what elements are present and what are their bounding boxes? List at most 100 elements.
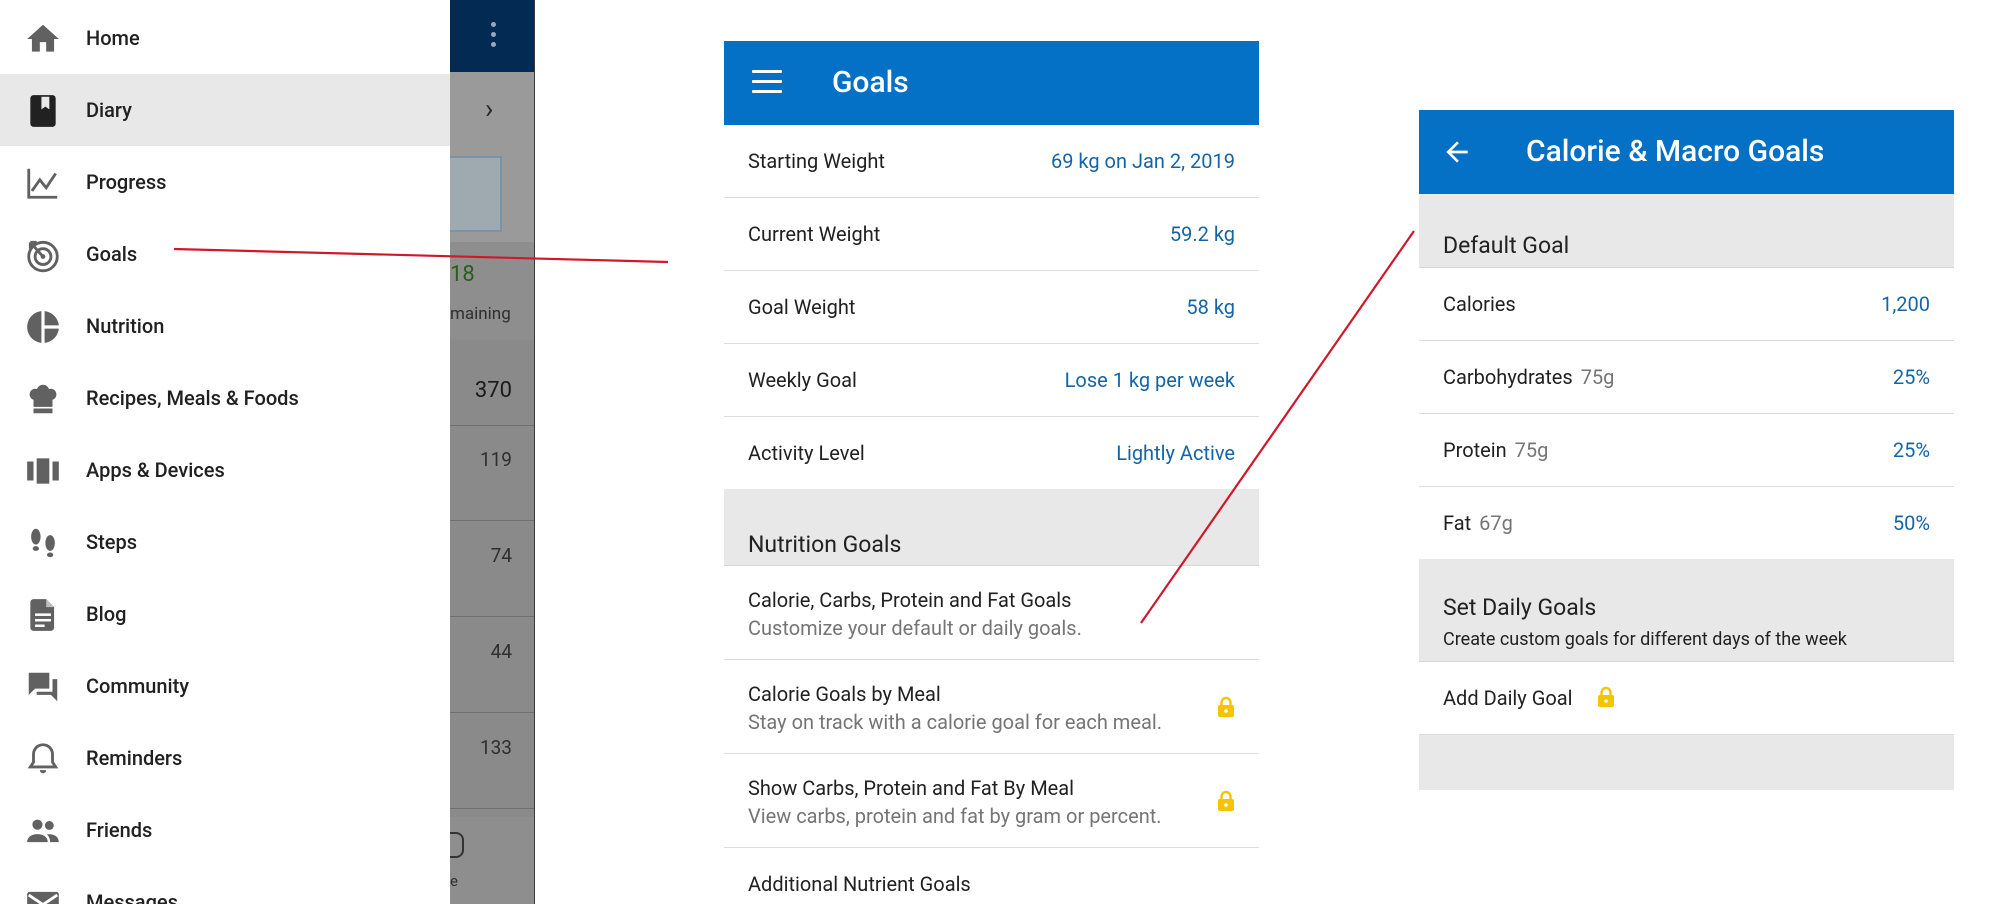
row-subtitle: Stay on track with a calorie goal for ea… — [748, 710, 1162, 734]
nav-item-apps-devices[interactable]: Apps & Devices — [0, 434, 450, 506]
diary-value: 119 — [479, 448, 512, 471]
grams-value: 75g — [1514, 438, 1549, 462]
activity-level-row[interactable]: Activity Level Lightly Active — [724, 417, 1259, 489]
set-daily-goals-section-header: Set Daily Goals Create custom goals for … — [1419, 559, 1954, 662]
page-title: Goals — [832, 65, 909, 100]
nav-item-goals[interactable]: Goals — [0, 218, 450, 290]
nav-item-community[interactable]: Community — [0, 650, 450, 722]
diary-value: 44 — [490, 640, 512, 663]
nav-item-steps[interactable]: Steps — [0, 506, 450, 578]
nav-item-home[interactable]: Home — [0, 2, 450, 74]
chef-hat-icon — [24, 380, 62, 418]
row-value: Lose 1 kg per week — [1064, 368, 1235, 392]
additional-nutrient-goals-row[interactable]: Additional Nutrient Goals — [724, 848, 1259, 904]
nav-item-label: Reminders — [86, 746, 183, 770]
row-value: Lightly Active — [1116, 441, 1235, 465]
bottom-nav — [450, 817, 535, 904]
grams-value: 75g — [1580, 365, 1615, 389]
row-value: 58 kg — [1186, 295, 1235, 319]
nav-item-nutrition[interactable]: Nutrition — [0, 290, 450, 362]
current-weight-row[interactable]: Current Weight 59.2 kg — [724, 198, 1259, 271]
calorie-macro-goals-screen: Calorie & Macro Goals Default Goal Calor… — [1419, 110, 1954, 790]
nav-item-recipes-meals-foods[interactable]: Recipes, Meals & Foods — [0, 362, 450, 434]
nav-item-label: Progress — [86, 170, 167, 194]
grams-value: 67g — [1479, 511, 1513, 535]
chevron-right-icon[interactable]: › — [485, 95, 493, 123]
devices-icon — [24, 452, 62, 490]
back-arrow-icon[interactable] — [1441, 136, 1473, 168]
show-carbs-protein-fat-by-meal-row[interactable]: Show Carbs, Protein and Fat By Meal View… — [724, 754, 1259, 848]
nav-item-label: Recipes, Meals & Foods — [86, 386, 299, 410]
nav-item-label: Blog — [86, 602, 127, 626]
macro-goals-app-bar: Calorie & Macro Goals — [1419, 110, 1954, 194]
nav-item-diary[interactable]: Diary — [0, 74, 450, 146]
document-icon — [24, 596, 62, 634]
nav-item-progress[interactable]: Progress — [0, 146, 450, 218]
hamburger-menu-icon[interactable] — [752, 70, 782, 94]
row-value: 50% — [1892, 511, 1930, 535]
diary-value: 370 — [474, 378, 512, 403]
row-value: 69 kg on Jan 2, 2019 — [1050, 149, 1235, 173]
bell-icon — [24, 740, 62, 778]
row-label: Weekly Goal — [748, 368, 857, 392]
calorie-goals-by-meal-row[interactable]: Calorie Goals by Meal Stay on track with… — [724, 660, 1259, 754]
target-icon — [24, 236, 62, 274]
chart-line-icon — [24, 164, 62, 202]
row-value: 25% — [1892, 438, 1930, 462]
calorie-carbs-protein-fat-goals-row[interactable]: Calorie, Carbs, Protein and Fat Goals Cu… — [724, 566, 1259, 660]
diary-book-icon — [24, 92, 62, 130]
goals-screen: Goals Starting Weight 69 kg on Jan 2, 20… — [724, 41, 1259, 904]
nav-item-label: Apps & Devices — [86, 458, 225, 482]
calories-row[interactable]: Calories 1,200 — [1419, 268, 1954, 341]
row-subtitle: View carbs, protein and fat by gram or p… — [748, 804, 1162, 828]
starting-weight-row[interactable]: Starting Weight 69 kg on Jan 2, 2019 — [724, 125, 1259, 198]
protein-row[interactable]: Protein 75g 25% — [1419, 414, 1954, 487]
nav-item-blog[interactable]: Blog — [0, 578, 450, 650]
remaining-value: 18 — [450, 262, 475, 287]
lock-icon — [1217, 790, 1235, 812]
goals-app-bar: Goals — [724, 41, 1259, 125]
row-title: Calorie, Carbs, Protein and Fat Goals — [748, 588, 1072, 612]
row-label: Activity Level — [748, 441, 865, 465]
section-title: Default Goal — [1443, 232, 1570, 259]
row-label: Protein 75g — [1443, 438, 1549, 462]
remaining-summary — [450, 242, 535, 340]
bottom-nav-label: e — [450, 872, 458, 890]
row-subtitle: Customize your default or daily goals. — [748, 616, 1082, 640]
remaining-label: maining — [450, 304, 511, 324]
section-title: Set Daily Goals — [1443, 594, 1597, 621]
section-title: Nutrition Goals — [748, 531, 902, 558]
nav-item-reminders[interactable]: Reminders — [0, 722, 450, 794]
nav-drawer: Home Diary Progress Goals Nutrition Reci… — [0, 0, 450, 904]
row-label: Goal Weight — [748, 295, 856, 319]
page-title: Calorie & Macro Goals — [1526, 134, 1825, 169]
row-label: Starting Weight — [748, 149, 885, 173]
nutrition-goals-section-header: Nutrition Goals — [724, 489, 1259, 566]
fat-row[interactable]: Fat 67g 50% — [1419, 487, 1954, 559]
row-label: Carbohydrates 75g — [1443, 365, 1615, 389]
bottom-nav-icon[interactable] — [450, 832, 464, 858]
nav-item-label: Home — [86, 26, 140, 50]
pie-chart-icon — [24, 308, 62, 346]
nav-item-messages[interactable]: Messages — [0, 866, 450, 904]
navigation-drawer-screen: › 18 maining 370 119 74 44 133 e Home Di… — [0, 0, 535, 904]
goal-weight-row[interactable]: Goal Weight 58 kg — [724, 271, 1259, 344]
empty-footer-area — [1419, 735, 1954, 790]
dimmed-diary-screen: › 18 maining 370 119 74 44 133 e — [450, 0, 535, 904]
row-value: 25% — [1892, 365, 1930, 389]
lock-icon — [1217, 696, 1235, 718]
add-daily-goal-row[interactable]: Add Daily Goal — [1419, 662, 1954, 735]
overflow-menu-icon[interactable] — [490, 22, 496, 52]
nav-item-label: Friends — [86, 818, 153, 842]
default-goal-section-header: Default Goal — [1419, 194, 1954, 268]
row-value: 1,200 — [1881, 292, 1930, 316]
weekly-goal-row[interactable]: Weekly Goal Lose 1 kg per week — [724, 344, 1259, 417]
nav-item-friends[interactable]: Friends — [0, 794, 450, 866]
row-title: Show Carbs, Protein and Fat By Meal — [748, 776, 1074, 800]
summary-card — [450, 156, 502, 232]
row-title: Calorie Goals by Meal — [748, 682, 941, 706]
section-subtitle: Create custom goals for different days o… — [1443, 629, 1847, 650]
footprints-icon — [24, 524, 62, 562]
carbohydrates-row[interactable]: Carbohydrates 75g 25% — [1419, 341, 1954, 414]
row-label: Fat 67g — [1443, 511, 1513, 535]
